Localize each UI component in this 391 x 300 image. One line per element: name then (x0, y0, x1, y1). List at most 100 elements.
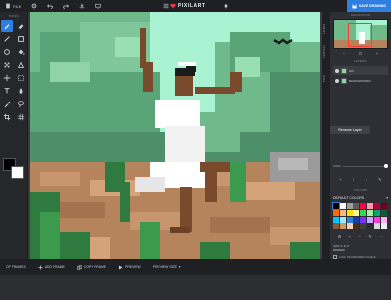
undo-button[interactable] (42, 0, 58, 12)
palette-color-swatch[interactable] (353, 216, 360, 223)
crop-tool[interactable] (1, 111, 13, 123)
paint-bucket-tool[interactable] (15, 46, 27, 58)
text-tool[interactable] (1, 85, 13, 97)
preview-button[interactable]: PREVIEW (112, 259, 147, 275)
undo-icon (47, 4, 54, 9)
eye-icon[interactable] (335, 68, 339, 73)
rectangle-tool[interactable] (15, 33, 27, 45)
fullscreen-button[interactable] (90, 0, 106, 12)
add-frame-button[interactable]: ADD FRAME (32, 259, 71, 275)
secondary-color-swatch[interactable] (11, 166, 24, 179)
palette-color-swatch[interactable] (366, 223, 373, 230)
file-menu[interactable]: FILE (0, 0, 26, 12)
palette-color-swatch[interactable] (366, 216, 373, 223)
eyedropper-icon[interactable]: ✎ (368, 234, 371, 239)
shape-tool[interactable] (15, 59, 27, 71)
layer-row-girl[interactable]: Girl (333, 66, 388, 75)
palette-color-swatch[interactable] (353, 209, 360, 216)
palette-color-swatch[interactable] (353, 203, 360, 209)
add-color-button[interactable]: + (349, 234, 351, 239)
palette-color-swatch[interactable] (366, 203, 373, 209)
shape-icon (17, 61, 24, 68)
download-button[interactable] (74, 0, 90, 12)
gear-icon[interactable]: ⚙ (338, 234, 342, 239)
copy-frame-button[interactable]: COPY FRAME (71, 259, 112, 275)
palette-color-swatch[interactable] (339, 209, 346, 216)
lasso-tool[interactable] (15, 98, 27, 110)
dither-tool[interactable] (1, 59, 13, 71)
palette-color-swatch[interactable] (333, 223, 339, 230)
palette-color-swatch[interactable] (373, 216, 380, 223)
palette-color-swatch[interactable] (360, 223, 367, 230)
palette-color-swatch[interactable] (339, 216, 346, 223)
preview-size-button[interactable]: PREVIEW SIZE ▾ (147, 259, 187, 275)
palette-color-swatch[interactable] (346, 216, 353, 223)
move-layer-down-button[interactable]: ↓ (365, 177, 367, 182)
opacity-slider[interactable] (342, 164, 388, 168)
palette-color-swatch[interactable] (373, 203, 380, 209)
eye-icon[interactable] (335, 78, 339, 83)
opacity-knob[interactable] (384, 164, 388, 168)
palette-color-swatch[interactable] (373, 209, 380, 216)
tab-tool[interactable]: TOOL (322, 60, 327, 84)
add-layer-button[interactable]: + (339, 177, 341, 182)
notifications-button[interactable] (218, 0, 234, 12)
palette-color-swatch[interactable] (339, 223, 346, 230)
palette-color-swatch[interactable] (360, 209, 367, 216)
settings-button[interactable] (26, 0, 42, 12)
palette-color-swatch[interactable] (366, 209, 373, 216)
palette-color-swatch[interactable] (360, 203, 367, 209)
palette-color-swatch[interactable] (346, 203, 353, 209)
move-icon (3, 74, 10, 82)
circle-tool[interactable] (1, 46, 13, 58)
more-options-button[interactable]: ⋯ (379, 234, 383, 239)
eraser-tool[interactable] (15, 20, 27, 32)
move-layer-up-button[interactable]: ↑ (353, 177, 355, 182)
layer-name: Girl (349, 68, 354, 73)
redo-button[interactable] (58, 0, 74, 12)
palette-color-swatch[interactable] (339, 203, 346, 209)
palette-color-swatch[interactable] (333, 216, 339, 223)
zoom-in-button[interactable]: + (376, 51, 378, 56)
palette-color-swatch[interactable] (373, 223, 380, 230)
layer-thumbnail (341, 77, 347, 84)
palette-color-swatch[interactable] (346, 223, 353, 230)
palette-color-swatch[interactable] (346, 209, 353, 216)
select-tool[interactable] (15, 72, 27, 84)
color-palette (332, 202, 388, 230)
pixel-art-canvas[interactable] (30, 12, 320, 259)
grid-tool[interactable] (15, 111, 27, 123)
palette-color-swatch[interactable] (380, 216, 387, 223)
zoom-fit-button[interactable]: ⊡ (359, 51, 362, 56)
pencil-icon (4, 24, 9, 30)
viewport-indicator[interactable] (348, 23, 372, 47)
tab-layers[interactable]: LAYERS (322, 12, 327, 36)
lighten-tool[interactable] (15, 85, 27, 97)
navigation-preview[interactable] (333, 19, 388, 49)
tab-settings[interactable]: SETTINGS (322, 36, 327, 60)
save-drawing-button[interactable]: SAVE DRAWING (347, 0, 391, 12)
monitor-icon (95, 3, 102, 9)
palette-color-swatch[interactable] (360, 216, 367, 223)
move-tool[interactable] (1, 72, 13, 84)
remove-color-button[interactable]: − (359, 234, 361, 239)
palette-select[interactable]: DEFAULT COLORS ▾ (333, 194, 388, 201)
pixilart-logo[interactable]: PIXILART (170, 0, 206, 12)
palette-color-swatch[interactable] (332, 202, 340, 210)
zoom-out-button[interactable]: − (343, 51, 345, 56)
palette-color-swatch[interactable] (380, 209, 387, 216)
layer-row-background[interactable]: BACKGROUND (333, 76, 388, 85)
heart-logo-icon (170, 3, 176, 9)
palette-color-swatch[interactable] (333, 209, 339, 216)
canvas-area[interactable] (28, 12, 322, 259)
edit-layer-button[interactable]: ✎ (378, 177, 381, 182)
palette-color-swatch[interactable] (380, 223, 387, 230)
palette-color-swatch[interactable] (380, 203, 387, 209)
hamburger-menu-icon (163, 3, 169, 9)
eyedropper-tool[interactable] (1, 98, 13, 110)
line-tool[interactable] (1, 33, 13, 45)
file-label: FILE (13, 3, 22, 9)
pencil-tool[interactable] (0, 20, 13, 32)
navigation-title: NAVIGATION (350, 13, 371, 17)
palette-color-swatch[interactable] (353, 223, 360, 230)
